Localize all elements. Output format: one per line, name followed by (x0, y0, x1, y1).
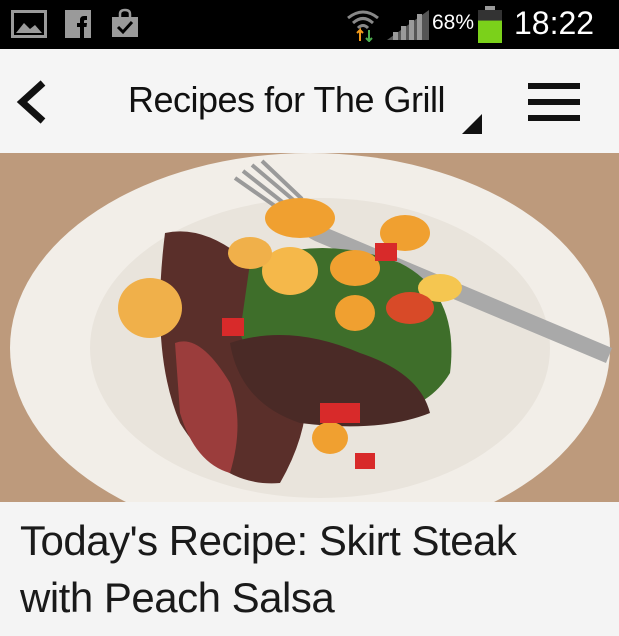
clock: 18:22 (514, 5, 595, 41)
signal-icon (387, 10, 429, 40)
gallery-icon (11, 10, 47, 38)
app-bar: Recipes for The Grill (0, 49, 619, 153)
battery-icon (478, 6, 502, 43)
recipe-photo[interactable] (0, 153, 619, 502)
wifi-data-icon (347, 10, 379, 42)
dropdown-indicator-icon (462, 114, 482, 134)
page-title[interactable]: Recipes for The Grill (128, 79, 445, 121)
facebook-icon (65, 10, 91, 38)
shopping-bag-check-icon (112, 8, 138, 37)
battery-percentage: 68% (432, 11, 475, 34)
status-bar: 68% 18:22 (0, 0, 619, 49)
back-arrow-icon[interactable] (12, 79, 52, 125)
hamburger-menu-icon[interactable] (526, 81, 582, 123)
recipe-headline[interactable]: Today's Recipe: Skirt Steak with Peach S… (20, 512, 600, 626)
